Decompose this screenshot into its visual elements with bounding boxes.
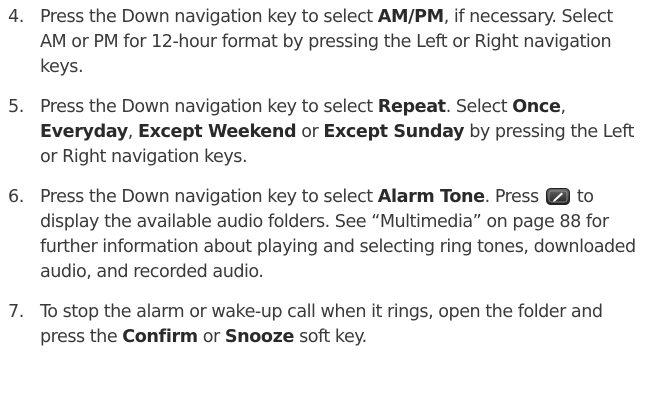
step-text: Press the Down navigation key to select: [40, 7, 378, 27]
ok-key-icon: [545, 188, 570, 205]
option-once: Once: [512, 97, 561, 117]
step-number: 5.: [8, 97, 24, 117]
step-7: 7. To stop the alarm or wake-up call when…: [8, 300, 644, 350]
step-list: 4. Press the Down navigation key to selec…: [8, 5, 644, 350]
option-alarm-tone: Alarm Tone: [377, 187, 485, 207]
option-everyday: Everyday: [40, 122, 128, 142]
step-text: ,: [127, 122, 138, 142]
step-6: 6. Press the Down navigation key to selec…: [8, 185, 644, 285]
step-text: or: [197, 327, 225, 347]
manual-page: 4. Press the Down navigation key to selec…: [0, 0, 656, 403]
step-number: 6.: [8, 187, 24, 207]
step-number: 4.: [8, 7, 24, 27]
step-text: . Select: [445, 97, 513, 117]
option-am-pm: AM/PM: [377, 7, 444, 27]
softkey-snooze: Snooze: [224, 327, 295, 347]
softkey-confirm: Confirm: [122, 327, 198, 347]
step-number: 7.: [8, 302, 24, 322]
step-text: Press the Down navigation key to select: [40, 97, 378, 117]
option-repeat: Repeat: [377, 97, 446, 117]
step-text: . Press: [484, 187, 544, 207]
step-text: or: [296, 122, 324, 142]
step-4: 4. Press the Down navigation key to selec…: [8, 5, 644, 80]
option-except-weekend: Except Weekend: [137, 122, 297, 142]
step-5: 5. Press the Down navigation key to selec…: [8, 95, 644, 170]
step-text: soft key.: [294, 327, 367, 347]
step-text: Press the Down navigation key to select: [40, 187, 378, 207]
option-except-sunday: Except Sunday: [323, 122, 465, 142]
step-text: ,: [560, 97, 567, 117]
